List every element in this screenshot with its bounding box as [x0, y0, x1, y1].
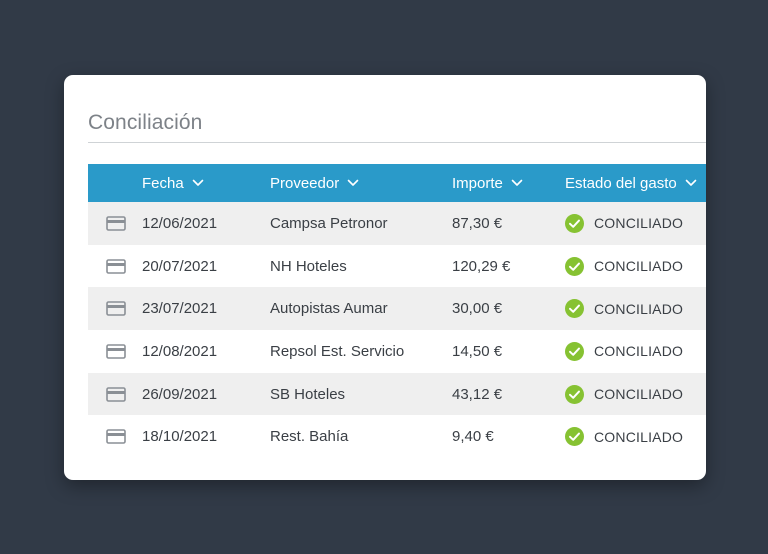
status-badge: CONCILIADO	[594, 428, 684, 445]
column-header-label: Proveedor	[270, 174, 340, 192]
chevron-down-icon	[347, 179, 359, 186]
payment-method	[106, 373, 126, 416]
column-header-fecha[interactable]: Fecha	[142, 164, 204, 202]
status-badge: CONCILIADO	[594, 300, 684, 317]
credit-card-icon	[106, 344, 126, 359]
credit-card-icon	[106, 301, 126, 317]
table-row[interactable]: 12/08/2021 Repsol Est. Servicio 14,50 € …	[88, 330, 706, 373]
table-row[interactable]: 12/06/2021 Campsa Petronor 87,30 € CONCI…	[88, 202, 706, 245]
cell-estado: CONCILIADO	[565, 245, 683, 288]
table-header: Fecha Proveedor Importe Estado del gasto	[88, 164, 706, 202]
check-circle-icon	[565, 213, 584, 233]
column-header-proveedor[interactable]: Proveedor	[270, 164, 359, 202]
cell-importe: 14,50 €	[452, 342, 503, 360]
cell-fecha: 26/09/2021	[142, 385, 218, 403]
status-badge: CONCILIADO	[594, 215, 684, 232]
payment-method	[106, 202, 126, 245]
cell-fecha: 12/06/2021	[142, 214, 218, 232]
page-title: Conciliación	[88, 111, 203, 134]
column-header-label: Fecha	[142, 174, 184, 192]
table-row[interactable]: 18/10/2021 Rest. Bahía 9,40 € CONCILIADO	[88, 415, 706, 458]
cell-proveedor: SB Hoteles	[270, 385, 346, 403]
expenses-table: Fecha Proveedor Importe Estado del gasto…	[88, 164, 706, 458]
cell-proveedor: Autopistas Aumar	[270, 300, 388, 318]
credit-card-icon	[106, 429, 126, 445]
cell-proveedor: Campsa Petronor	[270, 214, 388, 232]
cell-importe: 9,40 €	[452, 428, 494, 446]
table-row[interactable]: 20/07/2021 NH Hoteles 120,29 € CONCILIAD…	[88, 245, 706, 288]
cell-importe: 43,12 €	[452, 385, 503, 403]
cell-fecha: 12/08/2021	[142, 342, 218, 360]
cell-fecha: 20/07/2021	[142, 257, 218, 275]
status-badge: CONCILIADO	[594, 386, 684, 403]
check-circle-icon	[565, 384, 584, 404]
cell-estado: CONCILIADO	[565, 415, 683, 458]
column-header-importe[interactable]: Importe	[452, 164, 523, 202]
credit-card-icon	[106, 216, 126, 231]
check-circle-icon	[565, 427, 584, 447]
status-badge: CONCILIADO	[594, 258, 684, 275]
chevron-down-icon	[685, 179, 697, 186]
cell-estado: CONCILIADO	[565, 373, 683, 416]
payment-method	[106, 287, 126, 330]
table-row[interactable]: 23/07/2021 Autopistas Aumar 30,00 € CONC…	[88, 287, 706, 331]
check-circle-icon	[565, 341, 584, 361]
column-header-estado[interactable]: Estado del gasto	[565, 164, 697, 202]
status-badge: CONCILIADO	[594, 343, 684, 360]
cell-proveedor: Repsol Est. Servicio	[270, 342, 405, 360]
conciliation-card: Conciliación Fecha Proveedor Importe Est…	[64, 75, 706, 480]
credit-card-icon	[106, 258, 126, 274]
cell-fecha: 23/07/2021	[142, 300, 218, 318]
chevron-down-icon	[192, 179, 204, 186]
payment-method	[106, 245, 126, 288]
column-header-label: Estado del gasto	[565, 174, 677, 192]
cell-fecha: 18/10/2021	[142, 428, 218, 446]
check-circle-icon	[565, 299, 584, 319]
cell-estado: CONCILIADO	[565, 287, 683, 330]
cell-proveedor: Rest. Bahía	[270, 428, 349, 446]
table-row[interactable]: 26/09/2021 SB Hoteles 43,12 € CONCILIADO	[88, 372, 706, 416]
cell-estado: CONCILIADO	[565, 202, 683, 245]
title-divider	[88, 142, 706, 143]
payment-method	[106, 330, 126, 373]
payment-method	[106, 415, 126, 458]
cell-estado: CONCILIADO	[565, 330, 683, 373]
column-header-label: Importe	[452, 174, 503, 192]
cell-importe: 87,30 €	[452, 214, 503, 232]
cell-importe: 30,00 €	[452, 300, 503, 318]
check-circle-icon	[565, 256, 584, 276]
chevron-down-icon	[511, 179, 523, 186]
cell-importe: 120,29 €	[452, 257, 511, 275]
cell-proveedor: NH Hoteles	[270, 257, 347, 275]
credit-card-icon	[106, 386, 126, 402]
